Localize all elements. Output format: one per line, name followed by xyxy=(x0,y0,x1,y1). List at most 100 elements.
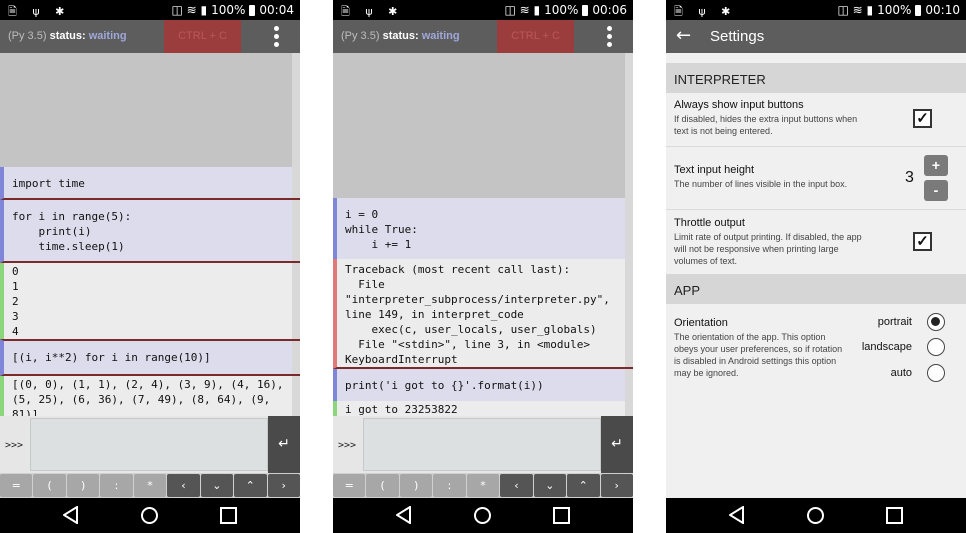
overflow-menu-icon[interactable] xyxy=(274,26,280,47)
status-bar: 🗎 ψ ✱ ◫ ≋ ▮ 100% 00:04 xyxy=(0,0,300,20)
key-equals[interactable]: = xyxy=(0,474,33,497)
console-empty-area xyxy=(0,53,300,167)
increase-height-button[interactable]: + xyxy=(924,155,948,176)
interpreter-status: (Py 3.5) status: waiting xyxy=(8,30,127,42)
key-left[interactable]: ‹ xyxy=(500,474,533,497)
input-block: [(i, i**2) for i in range(10)] xyxy=(0,339,300,376)
key-colon[interactable]: : xyxy=(433,474,466,497)
input-block: import time xyxy=(0,167,300,200)
back-arrow-icon[interactable]: ← xyxy=(676,27,691,45)
battery-icon xyxy=(249,4,256,16)
ctrl-c-button[interactable]: CTRL + C xyxy=(164,20,241,53)
recents-nav-icon[interactable] xyxy=(886,507,903,524)
landscape-radio[interactable] xyxy=(927,338,945,356)
status-value: waiting xyxy=(88,30,127,42)
status-bar: 🗎 ψ ✱ ◫ ≋ ▮ 100% 00:06 xyxy=(333,0,633,20)
key-equals[interactable]: = xyxy=(333,474,366,497)
key-colon[interactable]: : xyxy=(100,474,133,497)
recents-nav-icon[interactable] xyxy=(220,507,237,524)
console-output: i = 0 while True: i += 1 Traceback (most… xyxy=(333,198,633,420)
home-nav-icon[interactable] xyxy=(807,507,824,524)
enter-button[interactable]: ↵ xyxy=(601,416,633,473)
settings-list: INTERPRETER Always show input buttons If… xyxy=(666,53,966,498)
settings-app-bar: ← Settings xyxy=(666,20,966,53)
key-star[interactable]: * xyxy=(466,474,500,497)
input-row: >>> ↵ xyxy=(333,416,633,473)
back-nav-icon[interactable] xyxy=(63,506,79,524)
auto-radio[interactable] xyxy=(927,364,945,382)
key-right[interactable]: › xyxy=(600,474,633,497)
nav-bar xyxy=(333,498,633,533)
phone-screen-settings: 🗎 ψ ✱ ◫ ≋ ▮ 100% 00:10 ← Settings INTERP… xyxy=(666,0,966,533)
console-empty-area xyxy=(333,53,633,198)
error-block: Traceback (most recent call last): File … xyxy=(333,259,633,369)
battery-percent: 100% xyxy=(211,3,246,17)
key-left[interactable]: ‹ xyxy=(167,474,200,497)
recents-nav-icon[interactable] xyxy=(553,507,570,524)
app-bar: (Py 3.5) status: waiting CTRL + C xyxy=(0,20,300,53)
console-output: import time for i in range(5): print(i) … xyxy=(0,167,300,425)
overflow-menu-icon[interactable] xyxy=(607,26,613,47)
key-star[interactable]: * xyxy=(133,474,167,497)
section-header-interpreter: INTERPRETER xyxy=(666,63,966,93)
app-bar: (Py 3.5) status: waiting CTRL + C xyxy=(333,20,633,53)
always-show-checkbox[interactable]: ✓ xyxy=(913,109,932,128)
extra-keys: = ( ) : * ‹ ⌄ ⌃ › xyxy=(333,473,633,498)
ctrl-c-button[interactable]: CTRL + C xyxy=(497,20,574,53)
setting-description: The number of lines visible in the input… xyxy=(674,179,848,189)
orientation-option-landscape[interactable]: landscape xyxy=(666,337,966,361)
input-block: print('i got to {}'.format(i)) xyxy=(333,369,633,401)
battery-icon xyxy=(582,4,589,16)
setting-throttle-output[interactable]: Throttle output Limit rate of output pri… xyxy=(666,210,966,274)
input-block: i = 0 while True: i += 1 xyxy=(333,198,633,259)
interpreter-status: (Py 3.5) status: waiting xyxy=(341,30,460,42)
enter-button[interactable]: ↵ xyxy=(268,416,300,473)
key-down[interactable]: ⌄ xyxy=(200,474,234,497)
key-up[interactable]: ⌃ xyxy=(234,474,267,497)
key-down[interactable]: ⌄ xyxy=(533,474,567,497)
throttle-checkbox[interactable]: ✓ xyxy=(913,232,932,251)
key-open-paren[interactable]: ( xyxy=(366,474,399,497)
section-header-app: APP xyxy=(666,274,966,304)
output-block: 0 1 2 3 4 xyxy=(0,263,300,339)
setting-always-show-input-buttons[interactable]: Always show input buttons If disabled, h… xyxy=(666,93,966,147)
home-nav-icon[interactable] xyxy=(474,507,491,524)
page-title: Settings xyxy=(710,28,765,45)
text-height-value: 3 xyxy=(905,169,914,186)
key-close-paren[interactable]: ) xyxy=(399,474,433,497)
orientation-option-portrait[interactable]: portrait xyxy=(666,312,966,336)
battery-percent: 100% xyxy=(544,3,579,17)
setting-title: Text input height xyxy=(674,164,755,176)
setting-orientation: Orientation The orientation of the app. … xyxy=(666,304,966,394)
input-row: >>> ↵ xyxy=(0,416,300,473)
decrease-height-button[interactable]: - xyxy=(924,180,948,201)
prompt-label: >>> xyxy=(338,440,357,451)
clock: 00:06 xyxy=(592,3,627,17)
back-nav-icon[interactable] xyxy=(729,506,745,524)
signal-icons: ◫ ≋ ▮ xyxy=(837,3,874,17)
back-nav-icon[interactable] xyxy=(396,506,412,524)
signal-icons: ◫ ≋ ▮ xyxy=(171,3,208,17)
input-block: for i in range(5): print(i) time.sleep(1… xyxy=(0,200,300,263)
key-up[interactable]: ⌃ xyxy=(567,474,600,497)
status-bar: 🗎 ψ ✱ ◫ ≋ ▮ 100% 00:10 xyxy=(666,0,966,20)
key-right[interactable]: › xyxy=(267,474,300,497)
phone-screen-2: 🗎 ψ ✱ ◫ ≋ ▮ 100% 00:06 (Py 3.5) status: … xyxy=(333,0,633,533)
setting-description: Limit rate of output printing. If disabl… xyxy=(674,232,862,266)
setting-text-input-height: Text input height The number of lines vi… xyxy=(666,147,966,210)
key-open-paren[interactable]: ( xyxy=(33,474,66,497)
key-close-paren[interactable]: ) xyxy=(66,474,100,497)
setting-title: Throttle output xyxy=(674,217,745,229)
home-nav-icon[interactable] xyxy=(141,507,158,524)
code-input[interactable] xyxy=(363,418,601,471)
prompt-label: >>> xyxy=(5,440,24,451)
phone-screen-1: 🗎 ψ ✱ ◫ ≋ ▮ 100% 00:04 (Py 3.5) status: … xyxy=(0,0,300,533)
code-input[interactable] xyxy=(30,418,268,471)
setting-title: Always show input buttons xyxy=(674,99,804,111)
setting-description: If disabled, hides the extra input butto… xyxy=(674,114,858,136)
battery-percent: 100% xyxy=(877,3,912,17)
clock: 00:10 xyxy=(925,3,960,17)
extra-keys: = ( ) : * ‹ ⌄ ⌃ › xyxy=(0,473,300,498)
portrait-radio[interactable] xyxy=(927,313,945,331)
orientation-option-auto[interactable]: auto xyxy=(666,363,966,387)
